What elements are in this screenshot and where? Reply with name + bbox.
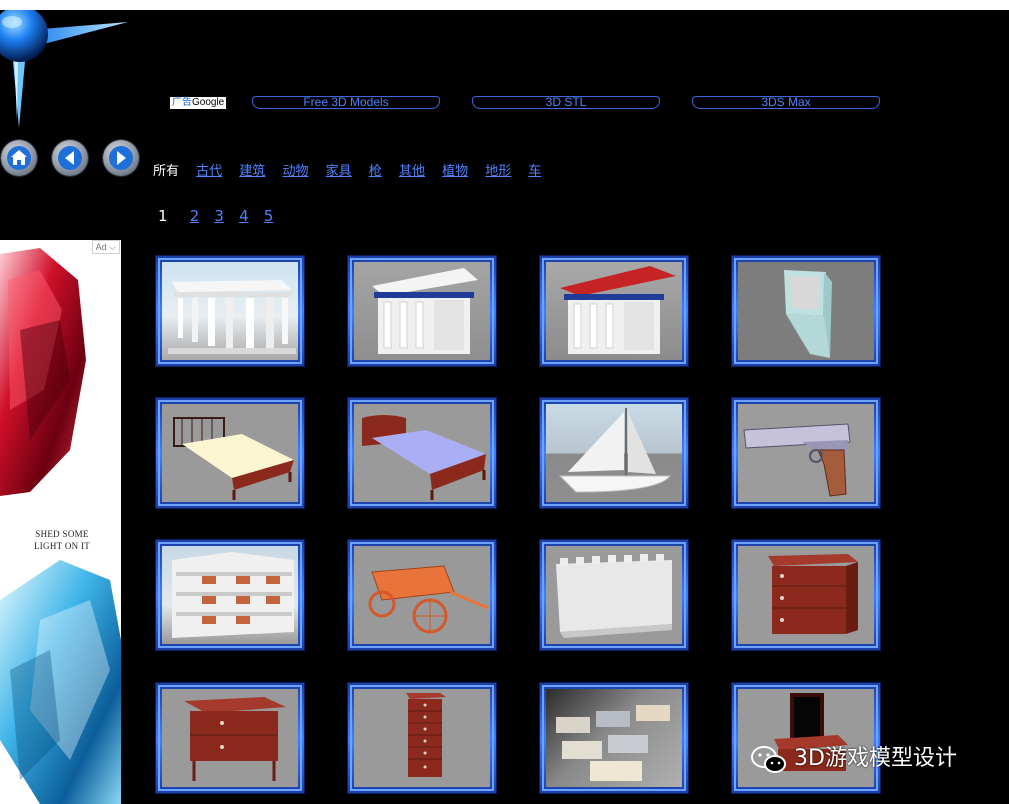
- sailboat-image: [558, 408, 672, 493]
- category-link[interactable]: 植物: [442, 160, 468, 179]
- tall-chest-of-drawers-image: [406, 693, 446, 777]
- nightstand-image: [768, 554, 858, 634]
- ad-link-free-3d-models[interactable]: Free 3D Models: [252, 96, 440, 109]
- wechat-icon: [751, 746, 786, 773]
- category-link[interactable]: 建筑: [239, 160, 265, 179]
- category-link[interactable]: 枪: [369, 160, 382, 179]
- model-thumbnail-monitor[interactable]: [731, 255, 881, 367]
- model-thumbnail-vanity[interactable]: [731, 682, 881, 794]
- page-link[interactable]: 3: [214, 207, 224, 225]
- side-ad[interactable]: Ad ⌵ SHED SOME LIGHT ON IT: [0, 240, 121, 804]
- page-current: 1: [158, 207, 168, 225]
- home-icon: [7, 146, 31, 170]
- dresser-image: [184, 697, 286, 781]
- greek-temple-image: [372, 268, 478, 354]
- top-ad-bar: 广告Google Free 3D Models 3D STL 3DS Max: [170, 96, 890, 110]
- home-button[interactable]: [1, 140, 37, 176]
- ad-badge-label: Ad: [95, 242, 107, 252]
- model-thumbnail-dresser[interactable]: [155, 682, 305, 794]
- ad-headline-line-2: LIGHT ON IT: [33, 541, 91, 551]
- greek-temple-red-roof-image: [560, 266, 676, 354]
- adchoices-label[interactable]: 广告Google: [170, 97, 227, 109]
- back-button[interactable]: [52, 140, 88, 176]
- model-thumbnail-wooden-bed[interactable]: [347, 397, 497, 509]
- pagination: 1 2 3 4 5: [158, 207, 284, 225]
- pistol-image: [743, 423, 851, 497]
- model-thumbnail-sofas[interactable]: [539, 682, 689, 794]
- model-thumbnail-sailboat[interactable]: [539, 397, 689, 509]
- model-thumbnail-wall[interactable]: [539, 539, 689, 651]
- page-link[interactable]: 5: [264, 207, 274, 225]
- category-link[interactable]: 家具: [326, 160, 352, 179]
- model-thumbnail-metal-bed[interactable]: [155, 397, 305, 509]
- watermark-text: 3D游戏模型设计: [794, 746, 957, 771]
- forward-button[interactable]: [103, 140, 139, 176]
- castle-wall-image: [556, 554, 672, 638]
- arrow-right-icon: [109, 146, 133, 170]
- category-current: 所有: [153, 164, 180, 179]
- model-thumbnail-nightstand[interactable]: [731, 539, 881, 651]
- category-link[interactable]: 地形: [485, 160, 511, 179]
- model-thumbnail-cart[interactable]: [347, 539, 497, 651]
- colonnade-image: [168, 280, 296, 354]
- site-logo[interactable]: [0, 10, 130, 130]
- apartment-building-image: [172, 552, 294, 638]
- arrow-left-icon: [58, 146, 82, 170]
- perfume-bottle-image: [0, 248, 121, 804]
- category-link[interactable]: 古代: [196, 160, 222, 179]
- category-nav: 所有 古代 建筑 动物 家具 枪 其他 植物 地形 车: [153, 160, 554, 179]
- wooden-bed-image: [362, 415, 486, 500]
- ad-headline: SHED SOME LIGHT ON IT: [8, 528, 116, 552]
- page-link[interactable]: 2: [190, 207, 200, 225]
- category-link[interactable]: 动物: [282, 160, 308, 179]
- page-link[interactable]: 4: [239, 207, 249, 225]
- model-thumbnail-tall-chest[interactable]: [347, 682, 497, 794]
- model-thumbnail-pistol[interactable]: [731, 397, 881, 509]
- ad-link-3ds-max[interactable]: 3DS Max: [692, 96, 880, 109]
- adchoices-label-cn: 广告: [172, 97, 192, 108]
- model-thumbnail-apartment[interactable]: [155, 539, 305, 651]
- model-thumbnail-colonnade[interactable]: [155, 255, 305, 367]
- ad-headline-line-1: SHED SOME: [35, 529, 89, 539]
- category-link[interactable]: 其他: [399, 160, 425, 179]
- model-thumbnail-greek-temple-red[interactable]: [539, 255, 689, 367]
- sofa-set-image: [556, 705, 670, 781]
- watermark: 3D游戏模型设计: [750, 745, 957, 775]
- adchoices-label-google: Google: [192, 97, 225, 108]
- metal-frame-bed-image: [173, 417, 294, 500]
- ad-link-3d-stl[interactable]: 3D STL: [472, 96, 660, 109]
- crt-monitor-image: [784, 270, 832, 358]
- model-thumbnail-greek-temple[interactable]: [347, 255, 497, 367]
- page: 广告Google Free 3D Models 3D STL 3DS Max 所…: [0, 10, 1009, 804]
- ad-badge[interactable]: Ad ⌵: [91, 240, 120, 254]
- wooden-cart-image: [368, 565, 489, 634]
- category-link[interactable]: 车: [528, 160, 541, 179]
